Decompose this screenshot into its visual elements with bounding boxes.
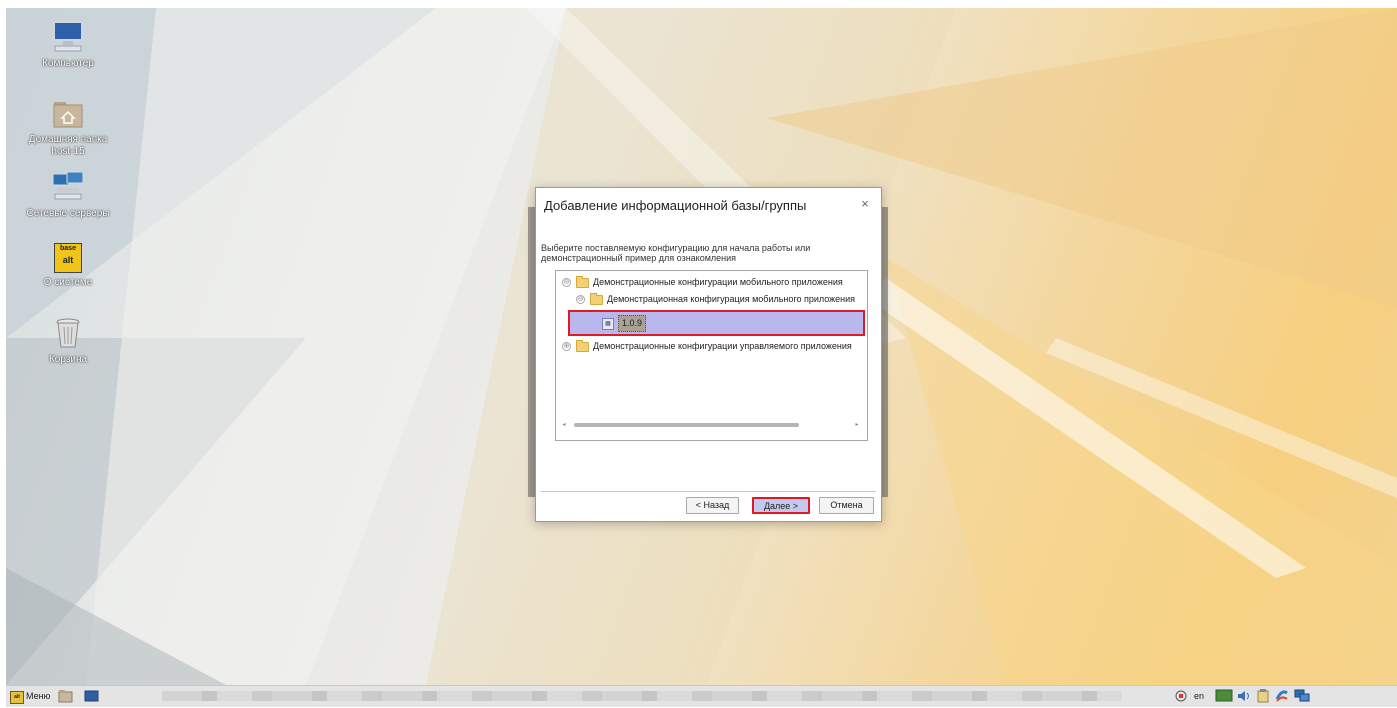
collapse-icon[interactable]: ⊖ [576,295,585,304]
scroll-left-icon[interactable]: ◂ [560,421,568,429]
alt-logo-icon: alt [10,691,24,704]
cancel-button[interactable]: Отмена [819,497,874,514]
tree-item-managed-configs[interactable]: ⊕ Демонстрационные конфигурации управляе… [556,338,867,354]
divider [541,491,876,492]
taskbar-window-list[interactable] [162,691,1122,701]
file-manager-icon[interactable] [58,689,73,703]
desktop-icon-network-servers[interactable]: Сетевые серверы [23,170,113,220]
tree-item-mobile-config[interactable]: ⊖ Демонстрационная конфигурация мобильно… [556,291,867,307]
desktop-icon-label: О системе [43,277,93,288]
about-system-icon: base alt [54,243,82,273]
trash-icon [51,316,85,350]
expand-icon[interactable]: ⊕ [562,342,571,351]
dialog-title: Добавление информационной базы/группы [544,198,807,213]
scroll-right-icon[interactable]: ▸ [853,421,861,429]
horizontal-scrollbar[interactable]: ◂ ▸ [560,421,861,429]
keyboard-layout-indicator[interactable]: en [1194,686,1204,707]
taskbar: alt Меню en [6,685,1397,707]
template-icon: ▦ [602,318,614,330]
configuration-tree[interactable]: ⊖ Демонстрационные конфигурации мобильно… [555,270,868,441]
folder-icon [590,293,603,305]
tree-item-label: Демонстрационные конфигурации мобильного… [593,277,843,287]
desktop-icon-label: Корзина [48,354,88,365]
start-menu-button[interactable]: alt Меню [8,688,54,705]
clipboard-icon[interactable] [1256,689,1270,703]
tree-item-version-selected[interactable]: ▦ 1.0.9 [568,310,865,336]
tree-item-label: 1.0.9 [618,315,647,332]
desktop-icon-label: Компьютер [42,58,94,69]
desktop-icon-trash[interactable]: Корзина [23,316,113,366]
dialog-prompt: Выберите поставляемую конфигурацию для н… [541,243,811,263]
desktop-icon-label: Сетевые серверы [26,208,110,219]
add-infobase-dialog: Добавление информационной базы/группы × … [535,187,882,522]
collapse-icon[interactable]: ⊖ [562,278,571,287]
home-folder-icon [51,96,85,130]
desktop-icon-home-folder[interactable]: Домашняя папка host-15 [23,96,113,158]
network-servers-icon [51,170,85,204]
network-status-icon[interactable] [1294,689,1310,703]
desktop-icon-about-system[interactable]: base alt О системе [23,243,113,289]
tree-item-label: Демонстрационные конфигурации управляемо… [593,341,852,351]
folder-icon [576,340,589,352]
tree-item-mobile-configs[interactable]: ⊖ Демонстрационные конфигурации мобильно… [556,274,867,290]
back-button[interactable]: < Назад [686,497,739,514]
desktop-icon-label: Домашняя папка host-15 [28,134,108,157]
display-tray-icon[interactable] [1215,689,1233,703]
computer-icon [51,20,85,54]
tree-item-label: Демонстрационная конфигурация мобильного… [607,294,856,304]
close-icon[interactable]: × [857,196,873,212]
about-system-badge-top: base [60,245,76,252]
scrollbar-thumb[interactable] [574,423,799,427]
update-icon[interactable] [1274,689,1290,703]
desktop-icon-computer[interactable]: Компьютер [23,20,113,70]
next-button[interactable]: Далее > [752,497,810,514]
folder-icon [576,276,589,288]
menu-label: Меню [26,691,51,701]
show-desktop-icon[interactable] [84,689,99,703]
network-tray-icon[interactable] [1174,689,1188,703]
volume-icon[interactable] [1236,689,1252,703]
about-system-badge-bottom: alt [62,255,74,265]
